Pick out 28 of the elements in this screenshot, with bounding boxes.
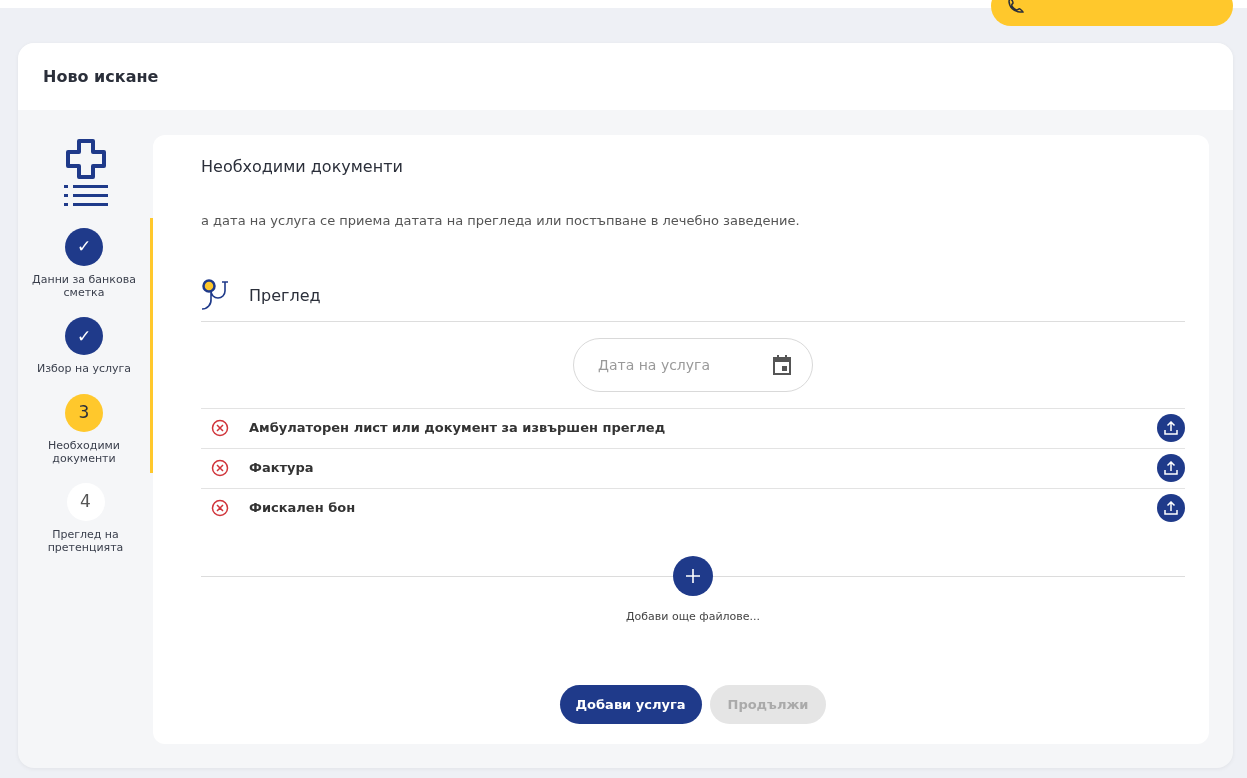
card-title: Ново искане — [18, 43, 1233, 110]
service-name: Преглед — [249, 284, 321, 307]
step-label: Данни за банкова сметка — [31, 274, 137, 300]
upload-icon — [1164, 501, 1178, 515]
step-label: Необходими документи — [47, 439, 121, 466]
phone-icon — [1007, 0, 1025, 13]
upload-icon — [1164, 461, 1178, 475]
upload-button[interactable] — [1157, 414, 1185, 442]
document-name: Амбулаторен лист или документ за извършен преглед — [249, 419, 667, 438]
date-field[interactable]: Дата на услуга — [573, 337, 813, 392]
add-service-button[interactable]: Добави услуга — [559, 684, 702, 724]
document-name: Фискален бон — [249, 499, 357, 518]
section-title: Необходими документи — [201, 156, 404, 178]
step-marker: ✓ — [65, 317, 103, 356]
upload-button[interactable] — [1157, 494, 1185, 522]
step-marker: 4 — [66, 483, 105, 522]
plus-icon — [685, 567, 701, 584]
document-name: Фактура — [249, 459, 315, 478]
info-text: а дата на услуга се приема датата на прегледа или постъпване в лечебно заведение. — [201, 212, 801, 230]
step-label: Избор на услуга — [35, 363, 133, 376]
upload-icon — [1164, 421, 1178, 435]
step-marker: 3 — [65, 393, 103, 432]
upload-button[interactable] — [1157, 454, 1185, 482]
step-label: Преглед на претенцията — [46, 529, 125, 555]
add-files-label: Добави още файлове... — [625, 609, 761, 623]
step-marker: ✓ — [65, 228, 103, 266]
add-file-button[interactable] — [673, 555, 713, 596]
calendar-icon — [773, 354, 791, 375]
